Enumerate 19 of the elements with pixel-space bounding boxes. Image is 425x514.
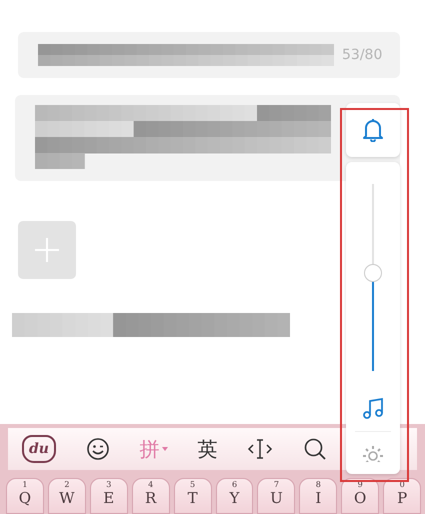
- keyboard-key[interactable]: 8 I: [299, 478, 338, 514]
- music-note-icon: [361, 397, 385, 421]
- keyboard-key[interactable]: 6 Y: [216, 478, 254, 514]
- keyboard-key[interactable]: 1 Q: [6, 478, 44, 514]
- bell-icon: [362, 118, 384, 142]
- keyboard-key[interactable]: 7 U: [257, 478, 296, 514]
- keyboard-key[interactable]: 2 W: [48, 478, 86, 514]
- ringer-button[interactable]: [346, 103, 400, 157]
- cursor-move-icon[interactable]: [247, 437, 274, 461]
- slider-thumb[interactable]: [364, 264, 382, 282]
- plus-icon: [34, 237, 60, 263]
- input-mode-button[interactable]: 英: [197, 436, 218, 462]
- keyboard-logo-button[interactable]: du: [22, 435, 56, 463]
- keyboard-key[interactable]: 3 E: [90, 478, 128, 514]
- keyboard-key[interactable]: 5 T: [174, 478, 212, 514]
- character-counter: 53/80: [342, 46, 382, 65]
- search-icon[interactable]: [302, 437, 327, 461]
- emoji-icon[interactable]: [86, 437, 110, 461]
- keyboard-key[interactable]: 4 R: [132, 478, 170, 514]
